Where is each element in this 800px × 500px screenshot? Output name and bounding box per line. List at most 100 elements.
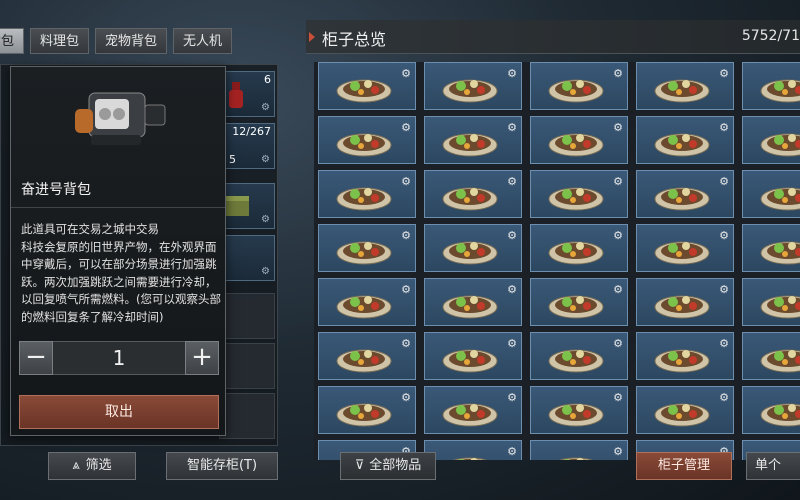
cabinet-slot[interactable]: ⚙ (636, 170, 734, 218)
food-dish-icon (336, 241, 392, 265)
cabinet-slot[interactable]: ⚙ (636, 62, 734, 110)
food-dish-icon (654, 241, 710, 265)
gear-icon: ⚙ (401, 121, 411, 134)
cabinet-slot[interactable]: ⚙ (424, 386, 522, 434)
gear-icon: ⚙ (613, 337, 623, 350)
cabinet-slot[interactable]: ⚙ (636, 332, 734, 380)
inventory-slot-empty[interactable] (219, 393, 275, 439)
cabinet-panel: 柜子总览 5752/71 ⚙ ⚙ ⚙ ⚙ ⚙ ⚙ ⚙ ⚙ ⚙ ⚙ ⚙ ⚙ ⚙ ⚙ ⚙ ⚙ ⚙ ⚙ ⚙ ⚙ ⚙ ⚙ ⚙ ⚙ ⚙ ⚙ ⚙… (306, 20, 800, 500)
cabinet-slot[interactable]: ⚙ (530, 170, 628, 218)
food-dish-icon (336, 403, 392, 427)
gear-icon: ⚙ (507, 391, 517, 404)
cabinet-slot[interactable]: ⚙ (424, 116, 522, 164)
gear-icon: ⚙ (613, 121, 623, 134)
food-dish-icon (760, 79, 800, 103)
take-out-button[interactable]: 取出 (19, 395, 219, 429)
cabinet-slot[interactable]: ⚙ (424, 440, 522, 460)
cabinet-slot[interactable]: ⚙ (318, 62, 416, 110)
cabinet-slot[interactable]: ⚙ (318, 116, 416, 164)
cabinet-slot[interactable]: ⚙ (530, 116, 628, 164)
cabinet-slot[interactable]: ⚙ (636, 224, 734, 272)
cabinet-slot[interactable]: ⚙ (318, 224, 416, 272)
gear-icon: ⚙ (613, 391, 623, 404)
cabinet-slot[interactable]: ⚙ (424, 62, 522, 110)
cabinet-slot[interactable]: ⚙ (318, 332, 416, 380)
food-dish-icon (336, 349, 392, 373)
gear-icon: ⚙ (613, 445, 623, 458)
cabinet-slot[interactable]: ⚙ (530, 224, 628, 272)
gear-icon: ⚙ (613, 175, 623, 188)
cabinet-slot[interactable]: ⚙ (636, 116, 734, 164)
food-dish-icon (442, 133, 498, 157)
cabinet-slot[interactable]: ⚙ (742, 386, 800, 434)
food-dish-icon (442, 403, 498, 427)
cabinet-slot[interactable]: ⚙ (530, 278, 628, 326)
item-count: 5 (229, 153, 236, 166)
gear-icon: ⚙ (401, 391, 411, 404)
cabinet-slot[interactable]: ⚙ (742, 278, 800, 326)
tab-drone[interactable]: 无人机 (173, 28, 233, 54)
item-description: 此道具可在交易之城中交易 科技会复原的旧世界产物，在外观界面中穿戴后，可以在部分… (21, 222, 221, 324)
food-dish-icon (760, 295, 800, 319)
cabinet-slot[interactable]: ⚙ (742, 62, 800, 110)
filter-button[interactable]: ⩓ 筛选 (48, 452, 136, 480)
cabinet-slot[interactable]: ⚙ (636, 386, 734, 434)
single-cabinet-button[interactable]: 单个 (746, 452, 800, 480)
cabinet-slot[interactable]: ⚙ (742, 332, 800, 380)
food-dish-icon (760, 403, 800, 427)
inventory-tabs: 背包 料理包 宠物背包 无人机 (0, 28, 233, 54)
cabinet-slot[interactable]: ⚙ (636, 278, 734, 326)
cabinet-slot[interactable]: ⚙ (530, 62, 628, 110)
cabinet-slot[interactable]: ⚙ (742, 170, 800, 218)
quantity-value[interactable]: 1 (53, 341, 185, 375)
food-dish-icon (654, 79, 710, 103)
food-dish-icon (442, 187, 498, 211)
food-dish-icon (336, 187, 392, 211)
inventory-slot-empty[interactable] (219, 293, 275, 339)
cabinet-slot[interactable]: ⚙ (530, 440, 628, 460)
smart-store-button[interactable]: 智能存柜(T) (166, 452, 278, 480)
tab-backpack[interactable]: 背包 (0, 28, 25, 54)
cabinet-header: 柜子总览 5752/71 (306, 20, 800, 54)
cabinet-slot[interactable]: ⚙ (742, 224, 800, 272)
cabinet-slot[interactable]: ⚙ (424, 224, 522, 272)
all-items-filter-button[interactable]: ⊽ 全部物品 (340, 452, 436, 480)
cabinet-slot[interactable]: ⚙ (318, 278, 416, 326)
jetpack-backpack-icon (75, 92, 166, 145)
gear-icon: ⚙ (613, 229, 623, 242)
food-dish-icon (336, 79, 392, 103)
food-dish-icon (548, 79, 604, 103)
decrease-button[interactable]: − (19, 341, 53, 375)
divider (11, 207, 225, 208)
gear-icon: ⚙ (507, 229, 517, 242)
cabinet-slot[interactable]: ⚙ (530, 386, 628, 434)
gear-icon: ⚙ (401, 337, 411, 350)
gear-icon: ⚙ (719, 337, 729, 350)
inventory-slot[interactable]: ⚙ (219, 235, 275, 281)
gear-icon: ⚙ (719, 67, 729, 80)
increase-button[interactable]: + (185, 341, 219, 375)
tab-pet-bag[interactable]: 宠物背包 (95, 28, 168, 54)
crate-icon (225, 196, 249, 216)
inventory-slot[interactable]: ⚙ (219, 183, 275, 229)
inventory-slot[interactable]: 6 ⚙ (219, 71, 275, 117)
cabinet-slot[interactable]: ⚙ (318, 386, 416, 434)
food-dish-icon (442, 79, 498, 103)
gear-icon: ⚙ (719, 229, 729, 242)
cabinet-slot[interactable]: ⚙ (530, 332, 628, 380)
gear-icon: ⚙ (719, 175, 729, 188)
item-count: 12/267 (232, 125, 271, 138)
inventory-slot-empty[interactable] (219, 343, 275, 389)
food-dish-icon (548, 133, 604, 157)
gear-icon: ⚙ (719, 283, 729, 296)
cabinet-slot[interactable]: ⚙ (742, 116, 800, 164)
cabinet-manage-button[interactable]: 柜子管理 (636, 452, 732, 480)
cabinet-slot[interactable]: ⚙ (318, 170, 416, 218)
gear-icon: ⚙ (507, 175, 517, 188)
tab-cooking-bag[interactable]: 料理包 (30, 28, 90, 54)
cabinet-slot[interactable]: ⚙ (424, 278, 522, 326)
cabinet-slot[interactable]: ⚙ (424, 332, 522, 380)
inventory-slot[interactable]: 12/267 ⚙ (219, 123, 275, 169)
food-dish-icon (654, 187, 710, 211)
cabinet-slot[interactable]: ⚙ (424, 170, 522, 218)
